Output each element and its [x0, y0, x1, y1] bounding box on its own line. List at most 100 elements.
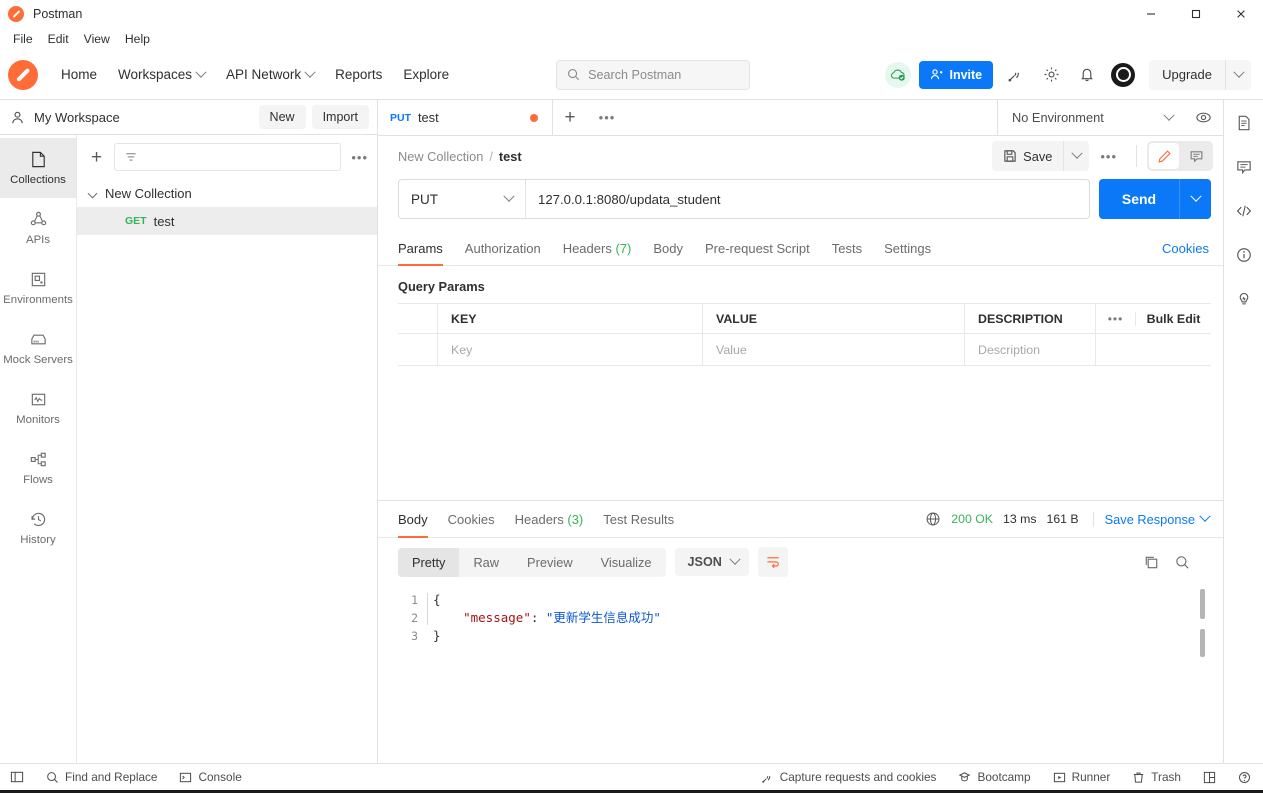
window-controls	[1128, 0, 1263, 28]
satellite-icon[interactable]	[1001, 61, 1029, 89]
sidebar-item-history[interactable]: History	[0, 498, 76, 558]
save-dropdown[interactable]	[1063, 141, 1089, 171]
environment-quick-look-icon[interactable]	[1183, 100, 1223, 135]
edit-mode-icon[interactable]	[1149, 143, 1179, 169]
new-button[interactable]: New	[258, 105, 306, 129]
filter-input[interactable]	[114, 143, 342, 171]
breadcrumb-collection[interactable]: New Collection	[398, 149, 483, 164]
cell-key[interactable]: Key	[438, 334, 703, 365]
console-button[interactable]: Console	[175, 767, 245, 787]
nav-api-network[interactable]: API Network	[217, 61, 323, 88]
bootcamp-button[interactable]: Bootcamp	[954, 767, 1034, 787]
collection-node[interactable]: New Collection	[77, 179, 377, 207]
save-response-button[interactable]: Save Response	[1092, 510, 1211, 527]
search-input[interactable]: Search Postman	[556, 59, 751, 90]
nav-workspaces[interactable]: Workspaces	[109, 61, 214, 88]
layout-icon[interactable]	[1199, 768, 1220, 787]
gear-icon[interactable]	[1037, 61, 1065, 89]
menu-edit[interactable]: Edit	[42, 30, 75, 48]
send-button[interactable]: Send	[1099, 179, 1179, 219]
center-panel: PUT test + ••• No Environment New Collec…	[378, 100, 1223, 763]
upgrade-dropdown[interactable]	[1225, 59, 1251, 90]
response-tab-headers[interactable]: Headers (3)	[505, 501, 594, 537]
postman-brand-icon[interactable]	[8, 59, 38, 90]
tab-tests[interactable]: Tests	[821, 231, 873, 265]
close-icon[interactable]	[1218, 0, 1263, 28]
import-button[interactable]: Import	[311, 105, 369, 129]
line-number: 2	[411, 611, 418, 625]
documentation-icon[interactable]	[1229, 108, 1259, 138]
sidebar-item-collections[interactable]: Collections	[0, 138, 76, 198]
url-input[interactable]: 127.0.0.1:8080/updata_student	[526, 180, 1089, 218]
maximize-icon[interactable]	[1173, 0, 1218, 28]
format-pretty[interactable]: Pretty	[398, 547, 460, 577]
add-new-icon[interactable]: +	[89, 148, 104, 167]
info-icon[interactable]	[1229, 240, 1259, 270]
bell-icon[interactable]	[1073, 61, 1101, 89]
response-tab-body[interactable]: Body	[398, 501, 438, 538]
environment-selector[interactable]: No Environment	[998, 100, 1183, 135]
nav-reports[interactable]: Reports	[326, 61, 391, 88]
menu-view[interactable]: View	[78, 30, 116, 48]
search-icon[interactable]	[1174, 554, 1191, 571]
sidebar-item-apis[interactable]: APIs	[0, 198, 76, 258]
table-more-icon[interactable]: •••	[1096, 311, 1136, 326]
format-raw[interactable]: Raw	[459, 548, 513, 577]
save-button[interactable]: Save	[992, 141, 1063, 171]
bulk-edit-link[interactable]: Bulk Edit	[1136, 312, 1211, 326]
tabs-more-icon[interactable]: •••	[587, 100, 627, 135]
comments-icon[interactable]	[1229, 152, 1259, 182]
menu-file[interactable]: File	[7, 30, 39, 48]
http-method-select[interactable]: PUT	[399, 180, 526, 218]
menu-help[interactable]: Help	[119, 30, 156, 48]
cookies-link[interactable]: Cookies	[1162, 241, 1209, 256]
search-icon	[47, 771, 58, 783]
capture-requests-button[interactable]: Capture requests and cookies	[757, 767, 941, 787]
sidebar-item-mock-servers[interactable]: Mock Servers	[0, 318, 76, 378]
response-body-code[interactable]: 1 2 3 { "message": "更新学生信息成功" }	[378, 585, 1223, 763]
response-tab-test-results[interactable]: Test Results	[593, 501, 684, 537]
row-checkbox-cell[interactable]	[398, 334, 438, 365]
tab-pre-request-script[interactable]: Pre-request Script	[694, 231, 821, 265]
help-icon[interactable]	[1234, 768, 1255, 787]
invite-button[interactable]: Invite	[919, 60, 994, 89]
find-and-replace-button[interactable]: Find and Replace	[42, 767, 161, 787]
response-language-select[interactable]: JSON	[674, 548, 749, 576]
sidebar-item-monitors[interactable]: Monitors	[0, 378, 76, 438]
tab-settings[interactable]: Settings	[873, 231, 942, 265]
response-headers-count: (3)	[567, 512, 584, 527]
upgrade-button[interactable]: Upgrade	[1149, 60, 1225, 90]
nav-home[interactable]: Home	[52, 61, 106, 88]
sidebar-item-flows[interactable]: Flows	[0, 438, 76, 498]
lightbulb-icon[interactable]	[1229, 284, 1259, 314]
response-scrollbar[interactable]	[1200, 587, 1205, 757]
code-icon[interactable]	[1229, 196, 1259, 226]
account-icon[interactable]	[1109, 61, 1137, 89]
minimize-icon[interactable]	[1128, 0, 1173, 28]
copy-icon[interactable]	[1143, 554, 1160, 571]
sidebar-toggle-icon[interactable]	[6, 767, 28, 787]
comment-mode-icon[interactable]	[1181, 143, 1211, 169]
cell-value[interactable]: Value	[703, 334, 965, 365]
response-tab-cookies[interactable]: Cookies	[438, 501, 505, 537]
tree-more-icon[interactable]: •••	[351, 150, 368, 165]
code-line-1: {	[433, 591, 1223, 609]
nav-explore[interactable]: Explore	[394, 61, 458, 88]
tab-params[interactable]: Params	[398, 231, 454, 266]
new-tab-icon[interactable]: +	[553, 100, 587, 135]
tab-headers[interactable]: Headers (7)	[552, 231, 643, 265]
request-tab[interactable]: PUT test	[378, 100, 553, 135]
cloud-check-icon[interactable]	[885, 61, 912, 88]
runner-button[interactable]: Runner	[1049, 767, 1115, 787]
sidebar-item-environments[interactable]: Environments	[0, 258, 76, 318]
word-wrap-icon[interactable]	[757, 547, 788, 577]
tab-authorization[interactable]: Authorization	[454, 231, 552, 265]
trash-button[interactable]: Trash	[1128, 767, 1185, 787]
request-node-test[interactable]: GET test	[77, 207, 377, 235]
tab-body[interactable]: Body	[642, 231, 694, 265]
cell-description[interactable]: Description	[965, 334, 1096, 365]
send-dropdown[interactable]	[1179, 179, 1211, 219]
format-visualize[interactable]: Visualize	[587, 548, 666, 577]
format-preview[interactable]: Preview	[513, 548, 587, 577]
request-more-icon[interactable]: •••	[1091, 149, 1126, 164]
